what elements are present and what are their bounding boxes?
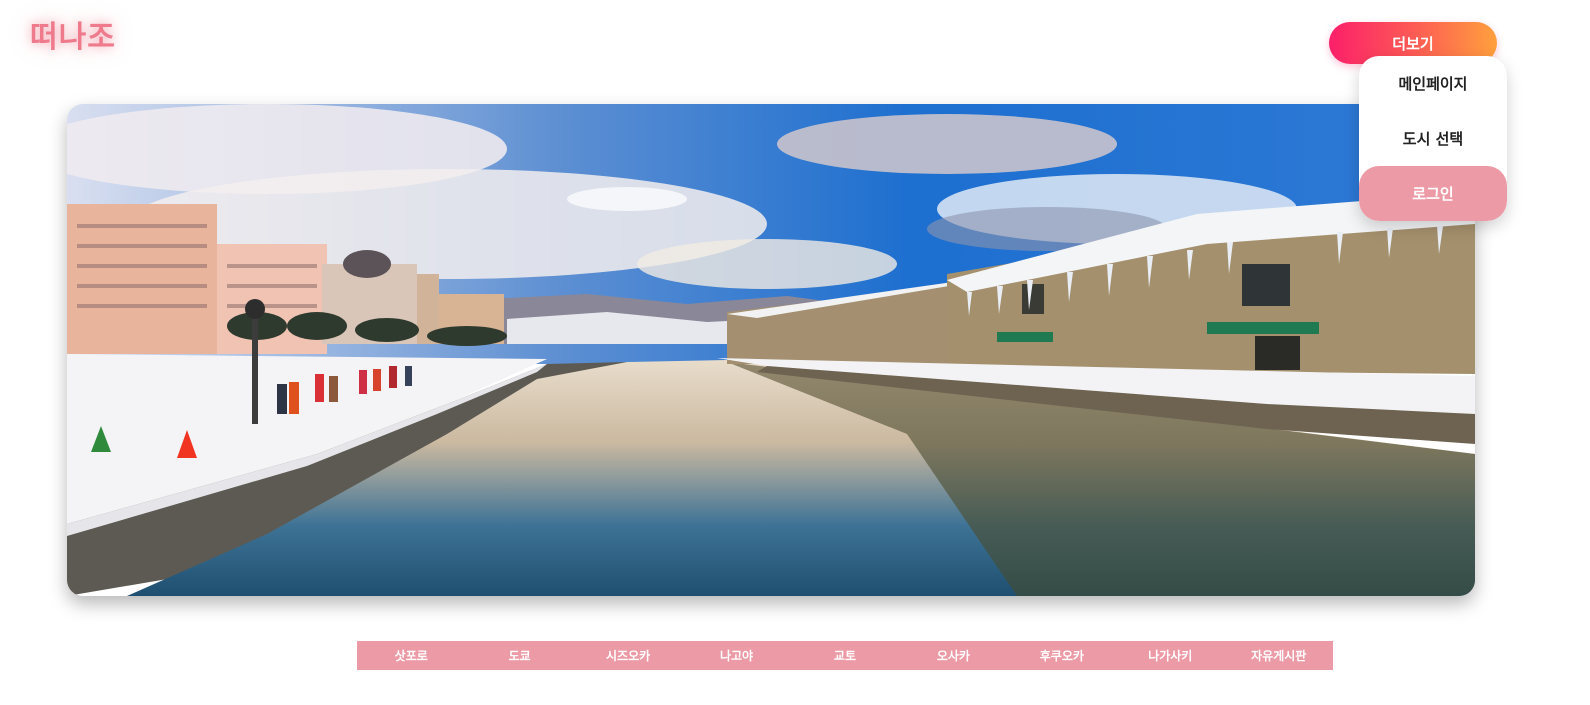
winter-canal-photo bbox=[67, 104, 1475, 596]
nav-item-sapporo[interactable]: 삿포로 bbox=[357, 647, 465, 664]
menu-item-login[interactable]: 로그인 bbox=[1359, 166, 1507, 221]
nav-item-nagasaki[interactable]: 나가사키 bbox=[1116, 647, 1224, 664]
menu-item-main-page[interactable]: 메인페이지 bbox=[1359, 56, 1507, 111]
site-logo[interactable]: 떠나조 bbox=[30, 12, 116, 56]
hero-banner-image bbox=[67, 104, 1475, 596]
page: 떠나조 더보기 메인페이지 도시 선택 로그인 삿포로 도쿄 시즈오카 나고야 … bbox=[0, 0, 1590, 705]
nav-item-osaka[interactable]: 오사카 bbox=[899, 647, 1007, 664]
nav-item-free-board[interactable]: 자유게시판 bbox=[1225, 647, 1333, 664]
menu-item-city-select[interactable]: 도시 선택 bbox=[1359, 111, 1507, 166]
nav-item-tokyo[interactable]: 도쿄 bbox=[465, 647, 573, 664]
dropdown-menu: 메인페이지 도시 선택 로그인 bbox=[1359, 56, 1507, 221]
nav-item-fukuoka[interactable]: 후쿠오카 bbox=[1008, 647, 1116, 664]
nav-item-nagoya[interactable]: 나고야 bbox=[682, 647, 790, 664]
nav-item-kyoto[interactable]: 교토 bbox=[791, 647, 899, 664]
nav-item-shizuoka[interactable]: 시즈오카 bbox=[574, 647, 682, 664]
city-nav-bar: 삿포로 도쿄 시즈오카 나고야 교토 오사카 후쿠오카 나가사키 자유게시판 bbox=[357, 641, 1333, 670]
